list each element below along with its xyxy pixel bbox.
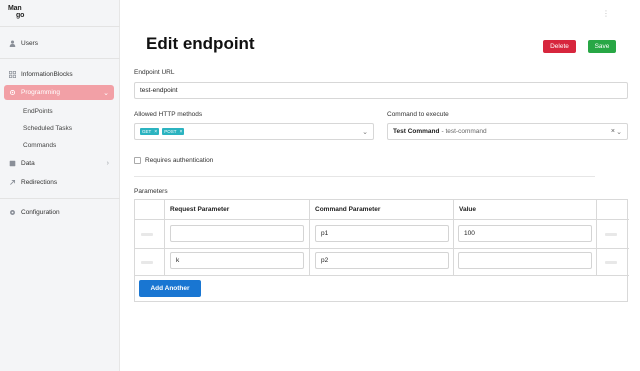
sidebar-subitem-endpoints[interactable]: EndPoints	[23, 108, 53, 115]
method-tag-get[interactable]: GET ×	[140, 128, 160, 135]
table-cell: p1	[310, 220, 454, 249]
requires-auth-label: Requires authentication	[145, 157, 214, 164]
sidebar-item-label: InformationBlocks	[21, 71, 73, 78]
sidebar-item-programming[interactable]: Programming ⌄	[4, 85, 114, 100]
sidebar-divider	[0, 58, 120, 59]
remove-tag-icon[interactable]: ×	[179, 129, 182, 135]
user-icon	[8, 40, 16, 48]
chevron-down-icon[interactable]: ⌄	[616, 128, 622, 136]
request-parameter-input[interactable]: k	[170, 252, 304, 269]
sidebar-divider	[0, 26, 120, 27]
methods-label: Allowed HTTP methods	[134, 111, 203, 118]
table-header-value: Value	[454, 200, 597, 220]
sidebar-item-label: Programming	[21, 89, 61, 96]
brand-line-1: Man	[8, 5, 22, 12]
gear-icon	[8, 209, 16, 217]
chevron-down-icon[interactable]: ⌄	[362, 128, 368, 136]
parameters-table: Request Parameter Command Parameter Valu…	[134, 199, 629, 302]
sidebar-item-label: Data	[21, 160, 35, 167]
table-row	[135, 220, 165, 249]
sidebar-item-label: Users	[21, 40, 38, 47]
table-cell: k	[165, 249, 310, 276]
sidebar-item-users[interactable]: Users	[4, 36, 114, 51]
remove-tag-icon[interactable]: ×	[154, 129, 157, 135]
command-parameter-input[interactable]: p2	[315, 252, 449, 269]
sidebar-subitem-scheduled-tasks[interactable]: Scheduled Tasks	[23, 125, 72, 132]
method-tag-label: POST	[164, 129, 177, 134]
redirect-icon	[8, 179, 16, 187]
value-input[interactable]: 100	[458, 225, 592, 242]
section-divider	[134, 176, 595, 177]
endpoint-url-value: test-endpoint	[140, 87, 178, 94]
delete-row-icon[interactable]	[605, 233, 617, 236]
table-cell	[597, 220, 629, 249]
sidebar-item-configuration[interactable]: Configuration	[4, 205, 114, 220]
sidebar: Man go Users InformationBlocks Programmi…	[0, 0, 120, 371]
add-another-button[interactable]: Add Another	[139, 280, 201, 297]
delete-button[interactable]: Delete	[543, 40, 576, 53]
table-cell: 100	[454, 220, 597, 249]
table-cell: p2	[310, 249, 454, 276]
save-button[interactable]: Save	[588, 40, 616, 53]
table-header-command: Command Parameter	[310, 200, 454, 220]
table-header-actions	[597, 200, 629, 220]
command-label: Command to execute	[387, 111, 449, 118]
command-parameter-value: p2	[321, 257, 329, 264]
requires-auth-checkbox[interactable]	[134, 157, 141, 164]
table-cell	[165, 220, 310, 249]
command-slug: - test-command	[441, 128, 487, 135]
drag-handle-icon[interactable]	[141, 261, 153, 264]
page-title: Edit endpoint	[146, 34, 255, 53]
delete-row-icon[interactable]	[605, 261, 617, 264]
command-parameter-value: p1	[321, 230, 329, 237]
data-icon	[8, 160, 16, 168]
brand-logo[interactable]: Man go	[8, 5, 32, 21]
method-tag-post[interactable]: POST ×	[162, 128, 185, 135]
methods-multiselect[interactable]: GET × POST × ⌄	[134, 123, 374, 140]
table-header-request: Request Parameter	[165, 200, 310, 220]
blocks-icon	[8, 71, 16, 79]
endpoint-url-input[interactable]: test-endpoint	[134, 82, 628, 99]
sidebar-item-label: Configuration	[21, 209, 60, 216]
request-parameter-input[interactable]	[170, 225, 304, 242]
table-cell	[454, 249, 597, 276]
table-header-handle	[135, 200, 165, 220]
more-options-icon[interactable]: ⋮	[602, 9, 610, 18]
value-input[interactable]	[458, 252, 592, 269]
chevron-down-icon: ⌄	[103, 90, 109, 97]
sidebar-subitem-commands[interactable]: Commands	[23, 142, 56, 149]
command-select[interactable]: Test Command - test-command × ⌄	[387, 123, 628, 140]
brand-line-2: go	[16, 12, 25, 19]
code-icon	[8, 89, 16, 97]
sidebar-item-label: Redirections	[21, 179, 58, 186]
clear-icon[interactable]: ×	[611, 128, 615, 135]
command-parameter-input[interactable]: p1	[315, 225, 449, 242]
command-name: Test Command	[393, 128, 440, 135]
endpoint-url-label: Endpoint URL	[134, 69, 175, 76]
sidebar-divider	[0, 198, 120, 199]
parameters-label: Parameters	[134, 188, 168, 195]
sidebar-item-data[interactable]: Data ›	[4, 156, 114, 171]
table-cell	[597, 249, 629, 276]
drag-handle-icon[interactable]	[141, 233, 153, 236]
sidebar-item-redirections[interactable]: Redirections	[4, 175, 114, 190]
value-text: 100	[464, 230, 475, 237]
method-tag-label: GET	[142, 129, 152, 134]
table-row	[135, 249, 165, 276]
chevron-right-icon: ›	[106, 160, 109, 167]
request-parameter-value: k	[176, 257, 180, 264]
sidebar-item-informationblocks[interactable]: InformationBlocks	[4, 67, 114, 82]
